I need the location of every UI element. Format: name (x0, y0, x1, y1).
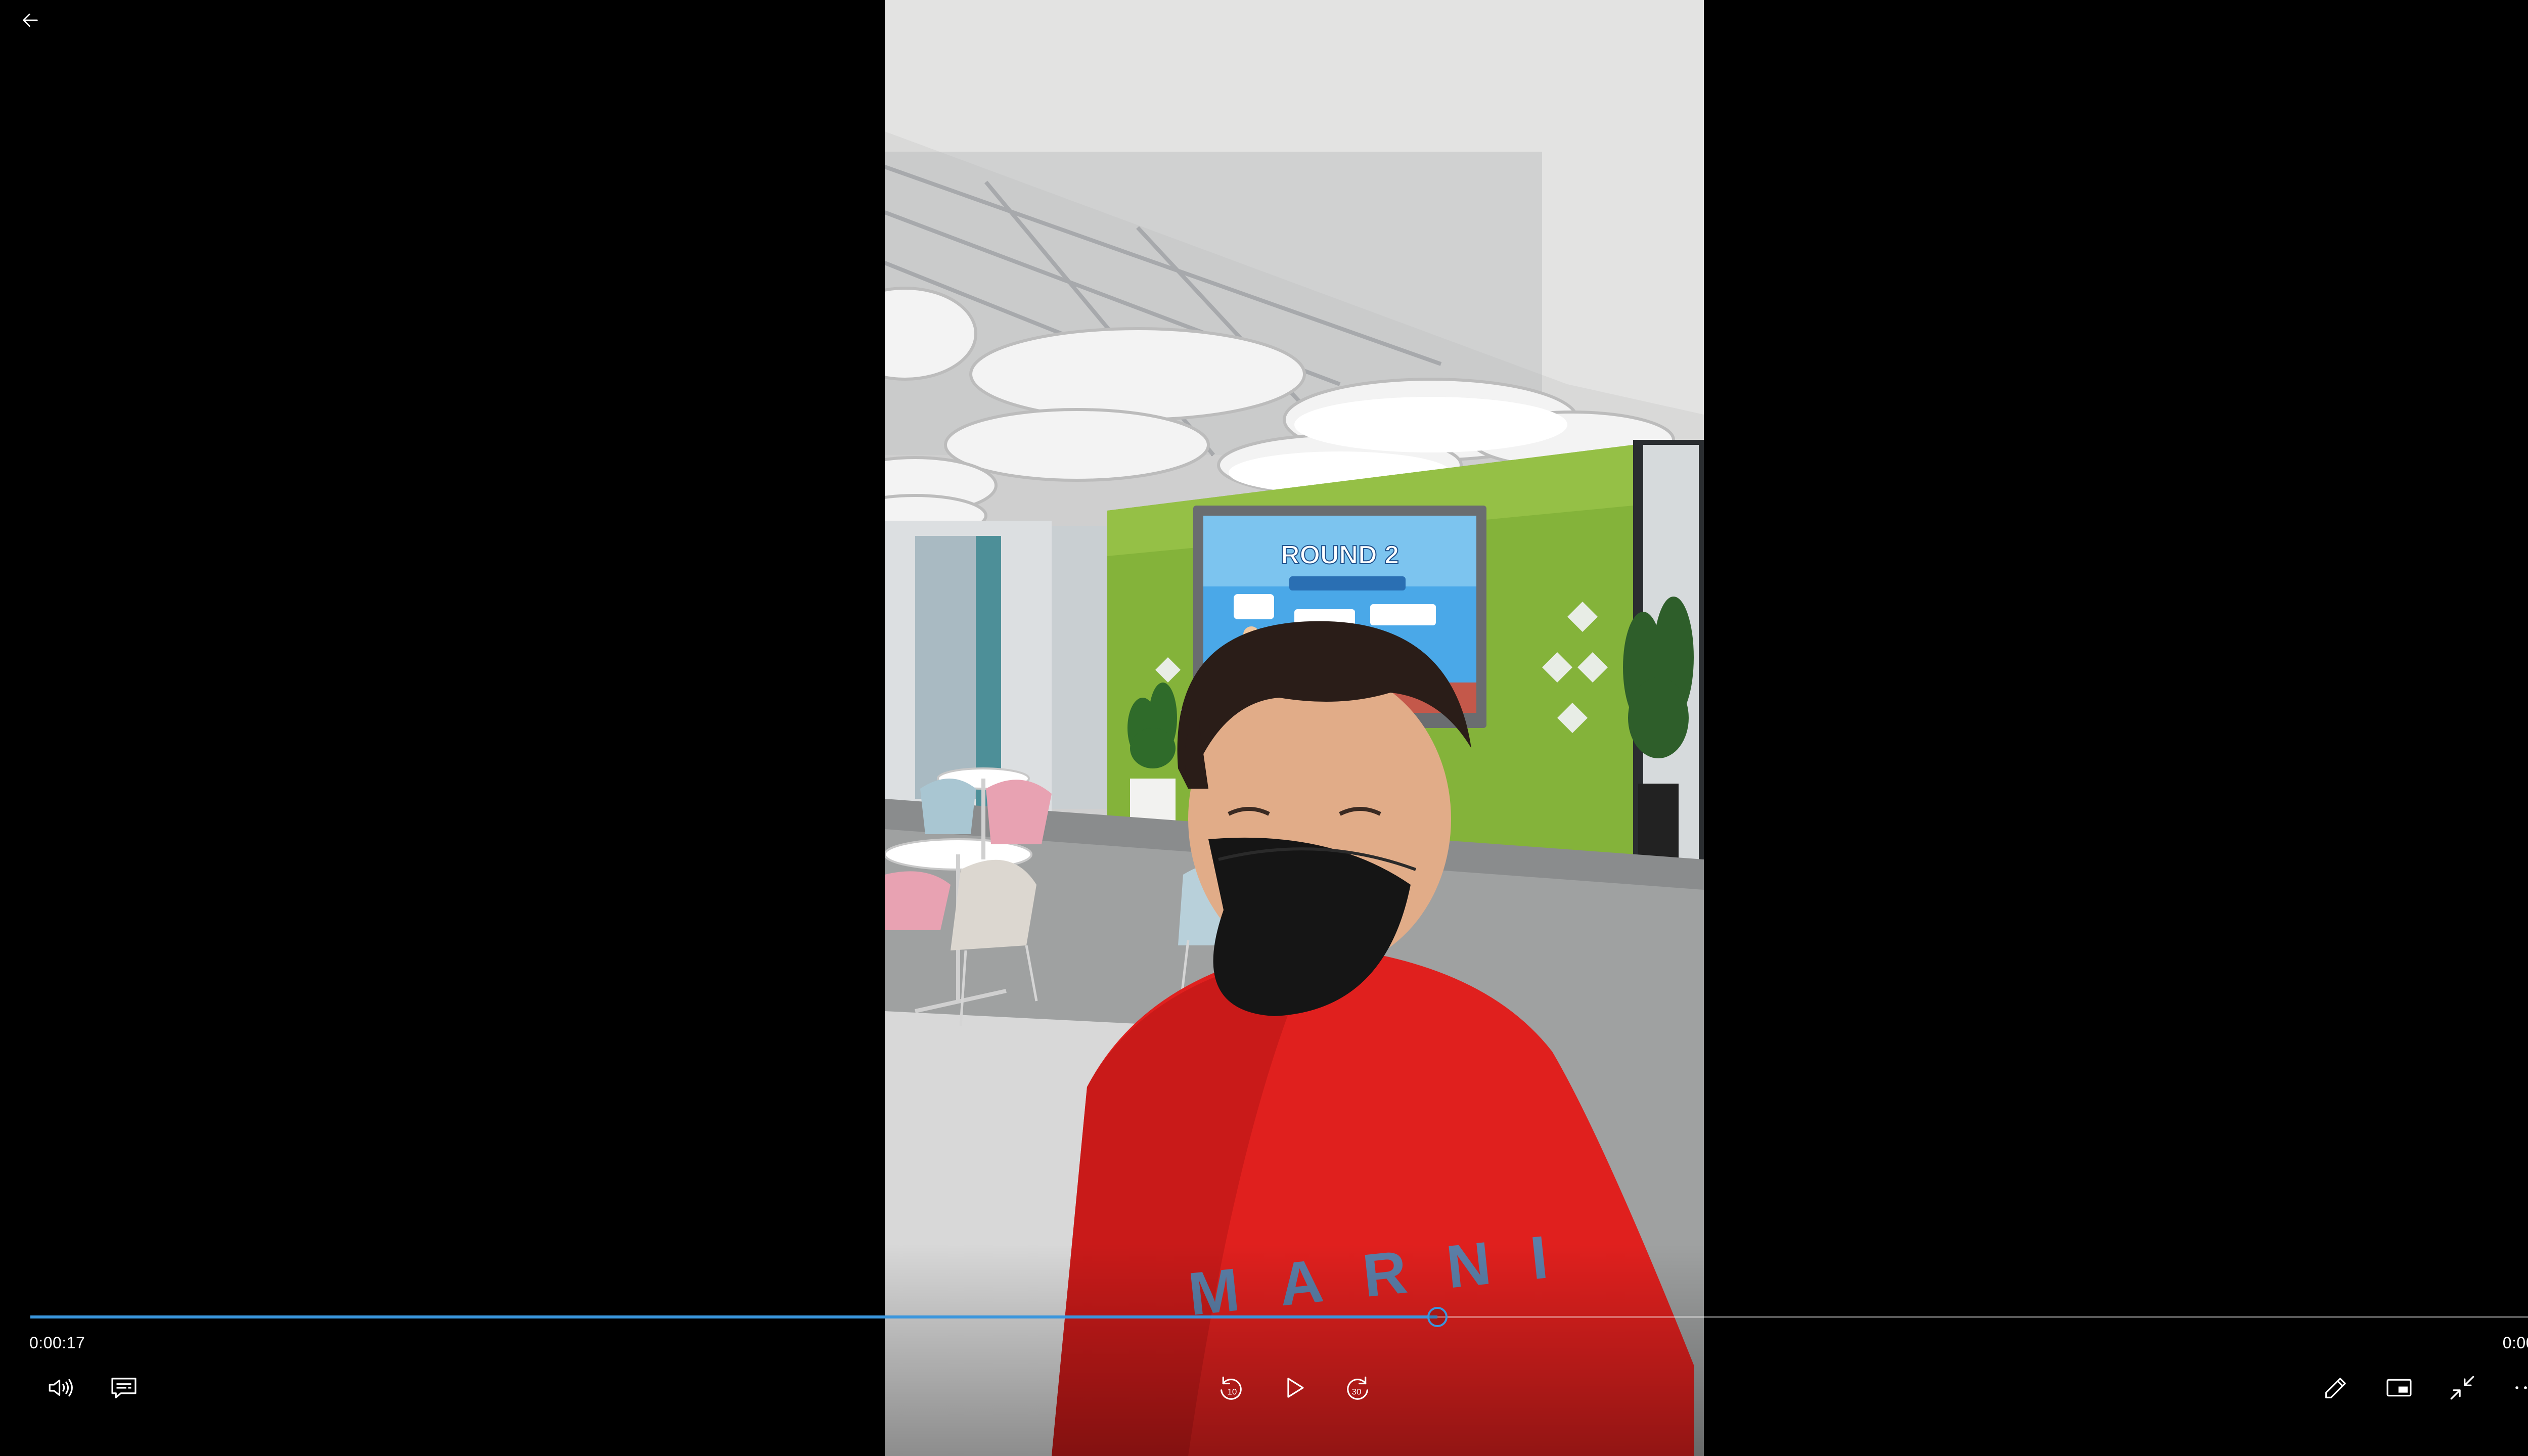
skip-back-button[interactable]: 10 (1208, 1365, 1254, 1410)
back-button[interactable] (10, 0, 51, 40)
video-frame[interactable]: ROUND 2 MARNI (885, 0, 1704, 1456)
pencil-icon (2325, 1378, 2346, 1398)
skip-forward-seconds: 30 (1352, 1387, 1362, 1396)
screen-title: ROUND 2 (1281, 540, 1399, 570)
more-options-icon (2515, 1386, 2527, 1389)
captions-icon (111, 1378, 137, 1398)
video-scene: ROUND 2 MARNI (885, 0, 1704, 1456)
forward-30-icon: 30 (1347, 1376, 1368, 1400)
video-player: ROUND 2 MARNI 0:00:17 0:0 10 30 (0, 0, 2528, 1456)
exit-fullscreen-button[interactable] (2440, 1365, 2485, 1410)
more-options-button[interactable] (2503, 1365, 2528, 1410)
exit-fullscreen-icon (2450, 1376, 2474, 1400)
rewind-10-icon: 10 (1221, 1376, 1242, 1400)
play-button[interactable] (1272, 1365, 1317, 1410)
play-icon (1287, 1378, 1304, 1398)
elapsed-time: 0:00:17 (29, 1334, 85, 1352)
captions-button[interactable] (101, 1365, 147, 1410)
mini-view-button[interactable] (2376, 1365, 2422, 1410)
seek-progress (30, 1315, 1437, 1318)
edit-button[interactable] (2313, 1365, 2359, 1410)
speaker-volume-icon (49, 1379, 73, 1397)
seek-thumb[interactable] (1427, 1307, 1448, 1327)
seek-bar[interactable] (30, 1307, 2528, 1327)
skip-back-seconds: 10 (1228, 1387, 1237, 1396)
remaining-time: 0:00:14 (2502, 1334, 2528, 1352)
arrow-left-icon (23, 14, 38, 27)
mini-view-icon (2386, 1379, 2412, 1397)
volume-button[interactable] (38, 1365, 83, 1410)
skip-forward-button[interactable]: 30 (1335, 1365, 1380, 1410)
